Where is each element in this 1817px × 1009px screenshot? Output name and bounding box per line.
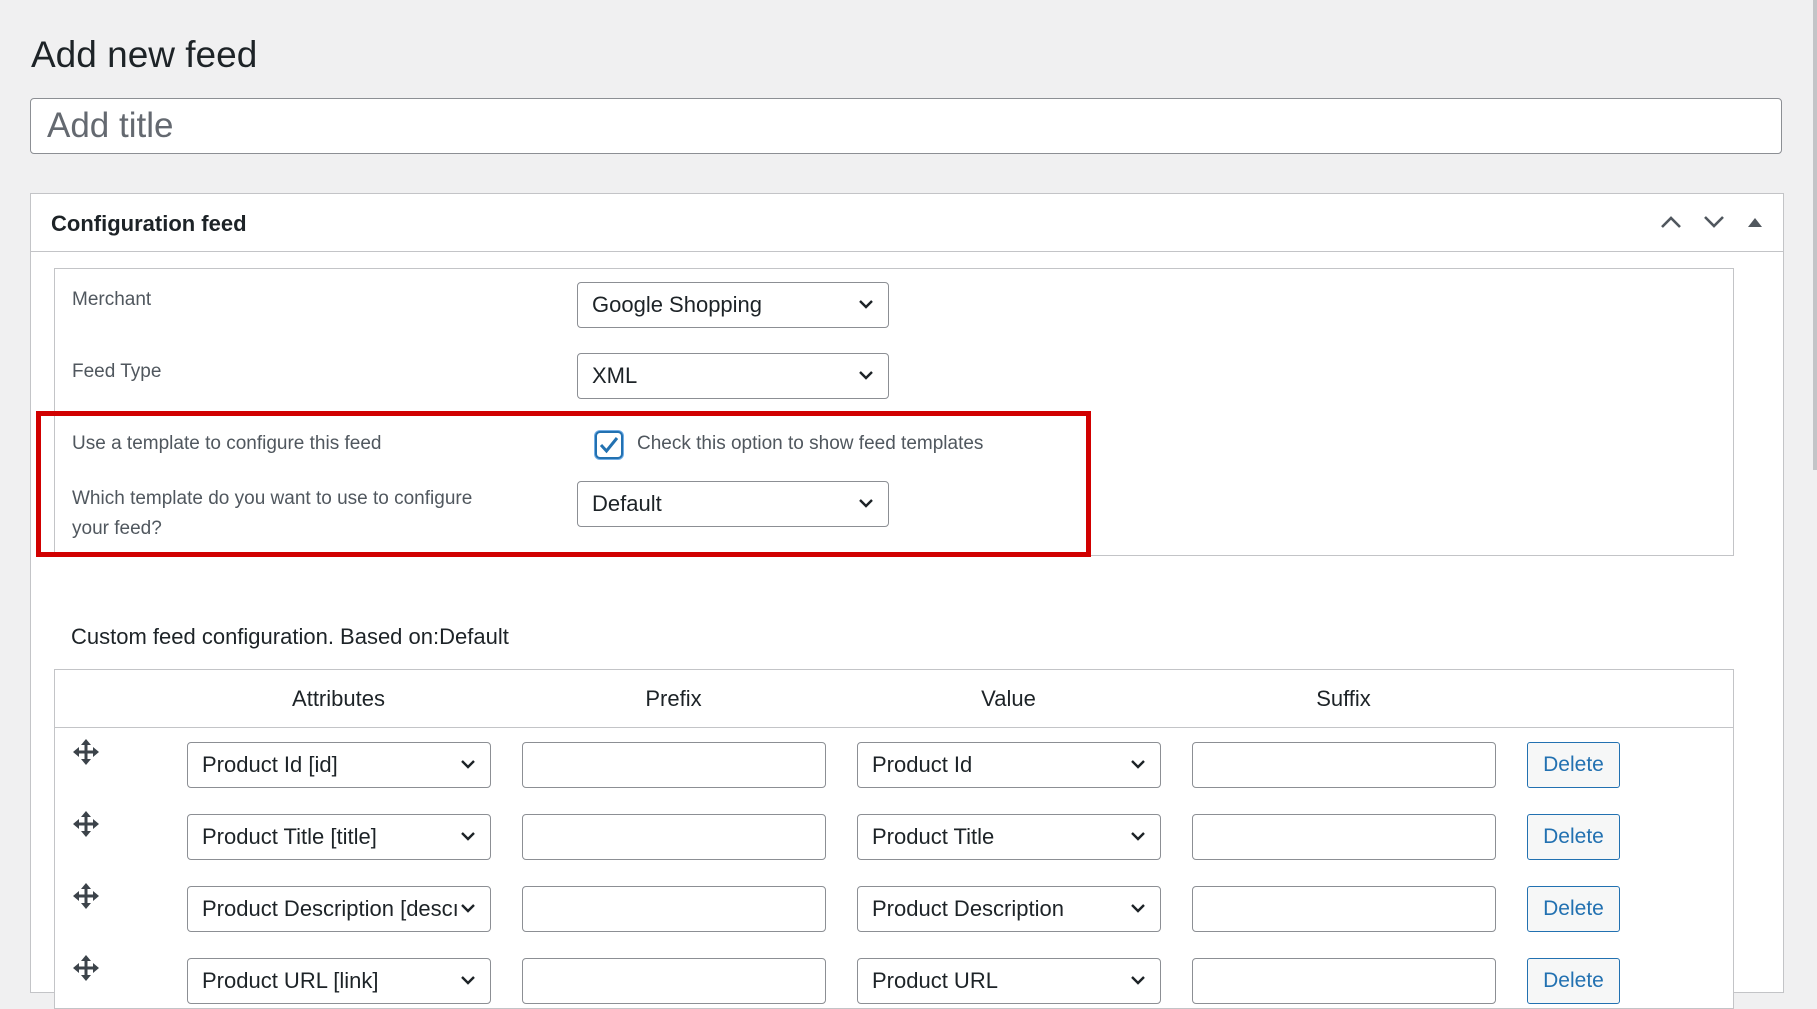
attribute-select[interactable]: Product Id [id] [187, 742, 491, 788]
value-select[interactable]: Product URL [857, 958, 1161, 1004]
attribute-select-value: Product URL [link] [202, 968, 379, 993]
chevron-down-icon [461, 832, 475, 841]
move-arrows-icon[interactable] [72, 738, 100, 766]
caret-up-icon [1748, 218, 1762, 227]
chevron-down-icon [859, 371, 873, 380]
column-header-prefix: Prefix [645, 686, 702, 711]
merchant-select-value: Google Shopping [592, 292, 763, 317]
value-select-value: Product Description [872, 896, 1064, 921]
config-table: Merchant Google Shopping Feed Type XML U… [54, 268, 1734, 556]
chevron-down-icon [1131, 904, 1145, 913]
prefix-input[interactable] [522, 742, 826, 788]
attribute-select-value: Product Title [title] [202, 824, 377, 849]
chevron-down-icon [461, 904, 475, 913]
checkmark-icon [599, 437, 619, 454]
scrollbar[interactable] [1813, 0, 1817, 470]
chevron-down-icon [1131, 832, 1145, 841]
column-header-attributes: Attributes [292, 686, 385, 711]
chevron-down-icon [461, 760, 475, 769]
delete-row-button[interactable]: Delete [1527, 886, 1620, 932]
value-select-value: Product Id [872, 752, 973, 777]
template-select[interactable]: Default [577, 481, 889, 527]
which-template-label-line2: your feed? [72, 518, 162, 539]
attribute-select[interactable]: Product Title [title] [187, 814, 491, 860]
suffix-input[interactable] [1192, 958, 1496, 1004]
delete-row-button[interactable]: Delete [1527, 742, 1620, 788]
move-down-button[interactable] [1696, 204, 1732, 240]
which-template-label: Which template do you want to use to con… [72, 484, 472, 544]
attribute-select-value: Product Id [id] [202, 752, 338, 777]
feed-type-label: Feed Type [72, 361, 162, 382]
value-select-value: Product URL [872, 968, 998, 993]
panel-title: Configuration feed [51, 211, 247, 236]
prefix-input[interactable] [522, 814, 826, 860]
chevron-up-icon [1661, 216, 1681, 228]
feed-type-select[interactable]: XML [577, 353, 889, 399]
suffix-input[interactable] [1192, 886, 1496, 932]
column-header-row: Attributes Prefix Value Suffix [55, 670, 1733, 728]
move-arrows-icon[interactable] [72, 954, 100, 982]
page-title: Add new feed [31, 34, 258, 75]
move-up-button[interactable] [1653, 204, 1689, 240]
column-header-suffix: Suffix [1316, 686, 1371, 711]
chevron-down-icon [859, 499, 873, 508]
move-arrows-icon[interactable] [72, 810, 100, 838]
which-template-label-line1: Which template do you want to use to con… [72, 488, 473, 509]
panel-header: Configuration feed [31, 194, 1783, 252]
use-template-checkbox[interactable] [595, 431, 623, 459]
merchant-select[interactable]: Google Shopping [577, 282, 889, 328]
attribute-select[interactable]: Product URL [link] [187, 958, 491, 1004]
feed-type-select-value: XML [592, 363, 638, 388]
delete-row-button[interactable]: Delete [1527, 958, 1620, 1004]
chevron-down-icon [1131, 760, 1145, 769]
value-select[interactable]: Product Id [857, 742, 1161, 788]
column-header-value: Value [981, 686, 1036, 711]
suffix-input[interactable] [1192, 814, 1496, 860]
delete-row-button[interactable]: Delete [1527, 814, 1620, 860]
value-select[interactable]: Product Title [857, 814, 1161, 860]
feed-title-input[interactable] [30, 98, 1782, 154]
template-select-value: Default [592, 491, 662, 516]
use-template-checkbox-label: Check this option to show feed templates [637, 433, 984, 454]
prefix-input[interactable] [522, 886, 826, 932]
use-template-label: Use a template to configure this feed [72, 433, 382, 454]
configuration-feed-panel: Configuration feed Merchant Google Shopp… [30, 193, 1784, 1009]
attribute-select[interactable]: Product Description [descı [187, 886, 491, 932]
toggle-panel-button[interactable] [1737, 204, 1773, 240]
move-arrows-icon[interactable] [72, 882, 100, 910]
merchant-label: Merchant [72, 289, 152, 310]
chevron-down-icon [859, 300, 873, 309]
prefix-input[interactable] [522, 958, 826, 1004]
custom-config-title: Custom feed configuration. Based on:Defa… [71, 624, 509, 649]
value-select[interactable]: Product Description [857, 886, 1161, 932]
attribute-select-value: Product Description [descı [202, 896, 459, 921]
custom-config-table: Attributes Prefix Value Suffix Product I… [54, 669, 1734, 1009]
suffix-input[interactable] [1192, 742, 1496, 788]
chevron-down-icon [1704, 216, 1724, 228]
value-select-value: Product Title [872, 824, 995, 849]
